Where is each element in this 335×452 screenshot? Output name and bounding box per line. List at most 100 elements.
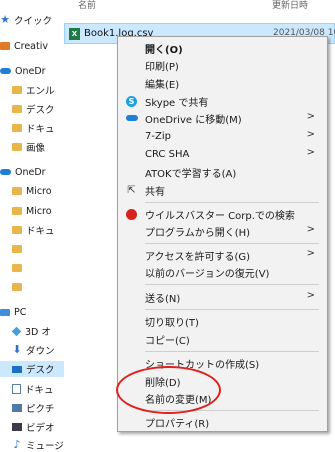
- nav-item-desktop[interactable]: デスク: [0, 361, 64, 377]
- menu-item-label: ATOKで学習する(A): [145, 169, 237, 180]
- menu-item-delete[interactable]: 削除(D): [118, 373, 327, 390]
- menu-item-restore-previous[interactable]: 以前のバージョンの復元(V): [118, 264, 327, 281]
- folder-icon: [12, 283, 22, 291]
- nav-item-documents-business[interactable]: ドキュ: [0, 222, 64, 238]
- menu-item-give-access[interactable]: アクセスを許可する(G) >: [118, 247, 327, 264]
- menu-item-label: 削除(D): [145, 378, 181, 389]
- menu-item-label: ウイルスバスター Corp.での検索: [145, 211, 295, 222]
- nav-item-label: Micro: [26, 185, 52, 197]
- menu-item-open-with[interactable]: プログラムから開く(H) >: [118, 223, 327, 240]
- chevron-right-icon: >: [306, 111, 315, 122]
- document-icon: [12, 384, 21, 394]
- menu-item-cut[interactable]: 切り取り(T): [118, 313, 327, 330]
- nav-item-folder-b[interactable]: [0, 260, 64, 276]
- menu-item-onedrive-move[interactable]: OneDrive に移動(M) >: [118, 110, 327, 127]
- nav-item-label: ドキュ: [26, 124, 55, 135]
- nav-item-label: ダウン: [26, 346, 55, 357]
- menu-item-share[interactable]: ⇱ 共有: [118, 182, 327, 199]
- chevron-right-icon: >: [306, 290, 315, 301]
- cloud-icon: [0, 169, 11, 175]
- nav-item-label: ドキュ: [26, 226, 55, 237]
- nav-item-microsoft-2[interactable]: Micro: [0, 203, 64, 219]
- skype-icon: S: [126, 96, 137, 107]
- download-icon: ⬇: [12, 343, 22, 356]
- menu-separator: [145, 351, 319, 352]
- music-icon: ♪: [13, 438, 21, 451]
- folder-icon: [12, 187, 22, 195]
- folder-icon: [12, 264, 22, 272]
- nav-item-label: 3D オ: [25, 327, 51, 338]
- menu-item-virusbuster[interactable]: ウイルスバスター Corp.での検索: [118, 206, 327, 223]
- nav-item-pictures[interactable]: ピクチ: [0, 400, 64, 416]
- nav-item-label: 画像: [26, 143, 46, 154]
- star-icon: ★: [0, 13, 10, 26]
- nav-item-documents-onedrive[interactable]: ドキュ: [0, 120, 64, 136]
- menu-item-label: 名前の変更(M): [145, 395, 212, 406]
- nav-item-folder[interactable]: エンル: [0, 82, 64, 98]
- context-menu: 開く(O) 印刷(P) 編集(E) S Skype で共有 OneDrive に…: [117, 36, 328, 432]
- menu-item-label: 切り取り(T): [145, 318, 199, 329]
- nav-item-folder-a[interactable]: [0, 241, 64, 257]
- folder-icon: [12, 245, 22, 253]
- nav-item-creative-cloud[interactable]: Creativ: [0, 38, 64, 54]
- menu-item-edit[interactable]: 編集(E): [118, 75, 327, 92]
- column-header-name[interactable]: 名前: [78, 0, 96, 11]
- menu-item-skype-share[interactable]: S Skype で共有: [118, 93, 327, 110]
- menu-item-send-to[interactable]: 送る(N) >: [118, 289, 327, 306]
- folder-icon: [12, 143, 22, 151]
- menu-item-label: 印刷(P): [145, 62, 179, 73]
- nav-item-onedrive-business[interactable]: OneDr: [0, 164, 64, 180]
- menu-item-label: 共有: [145, 187, 165, 198]
- menu-item-create-shortcut[interactable]: ショートカットの作成(S): [118, 355, 327, 372]
- nav-item-label: ピクチ: [26, 404, 55, 415]
- menu-item-open[interactable]: 開く(O): [118, 40, 327, 57]
- menu-item-rename[interactable]: 名前の変更(M): [118, 390, 327, 407]
- nav-item-label: OneDr: [15, 65, 46, 77]
- menu-item-7zip[interactable]: 7-Zip >: [118, 128, 327, 145]
- nav-item-label: Micro: [26, 205, 52, 217]
- menu-item-print[interactable]: 印刷(P): [118, 57, 327, 74]
- menu-separator: [145, 410, 319, 411]
- menu-separator: [145, 309, 319, 310]
- nav-item-3d-objects[interactable]: 3D オ: [0, 323, 64, 339]
- nav-item-folder-c[interactable]: [0, 279, 64, 295]
- menu-item-crc-sha[interactable]: CRC SHA >: [118, 146, 327, 163]
- folder-icon: [0, 42, 10, 50]
- video-icon: [12, 423, 22, 431]
- nav-item-label: Creativ: [14, 40, 48, 52]
- chevron-right-icon: >: [306, 129, 315, 140]
- nav-item-music[interactable]: ♪ ミュージ: [0, 437, 64, 452]
- menu-separator: [145, 202, 319, 203]
- nav-item-desktop-onedrive[interactable]: デスク: [0, 101, 64, 117]
- nav-item-label: ビデオ: [26, 423, 55, 434]
- cloud-icon: [0, 68, 11, 74]
- nav-item-onedrive[interactable]: OneDr: [0, 63, 64, 79]
- virusbuster-icon: [126, 209, 137, 220]
- nav-item-quick-access[interactable]: ★ クイック: [0, 12, 64, 28]
- column-header-date[interactable]: 更新日時: [272, 0, 308, 11]
- onedrive-icon: [126, 115, 138, 121]
- pictures-icon: [12, 404, 22, 412]
- menu-separator: [145, 284, 319, 285]
- nav-item-downloads[interactable]: ⬇ ダウン: [0, 342, 64, 358]
- menu-item-label: 開く(O): [145, 45, 183, 56]
- menu-item-label: 以前のバージョンの復元(V): [145, 269, 270, 280]
- menu-item-label: Skype で共有: [145, 98, 209, 109]
- chevron-right-icon: >: [306, 248, 315, 259]
- nav-item-microsoft-1[interactable]: Micro: [0, 183, 64, 199]
- menu-item-copy[interactable]: コピー(C): [118, 331, 327, 348]
- menu-item-label: CRC SHA: [145, 149, 190, 160]
- nav-item-pictures-onedrive[interactable]: 画像: [0, 139, 64, 155]
- nav-item-pc[interactable]: PC: [0, 304, 64, 320]
- menu-item-properties[interactable]: プロパティ(R): [118, 414, 327, 431]
- nav-item-label: クイック: [14, 16, 53, 27]
- nav-item-documents[interactable]: ドキュ: [0, 381, 64, 397]
- menu-item-atok[interactable]: ATOKで学習する(A): [118, 164, 327, 181]
- menu-item-label: ショートカットの作成(S): [145, 360, 260, 371]
- csv-file-icon: X: [69, 27, 80, 40]
- menu-item-label: プロパティ(R): [145, 419, 210, 430]
- nav-item-label: デスク: [26, 105, 55, 116]
- desktop-icon: [12, 365, 22, 373]
- menu-item-label: OneDrive に移動(M): [145, 115, 242, 126]
- nav-item-videos[interactable]: ビデオ: [0, 419, 64, 435]
